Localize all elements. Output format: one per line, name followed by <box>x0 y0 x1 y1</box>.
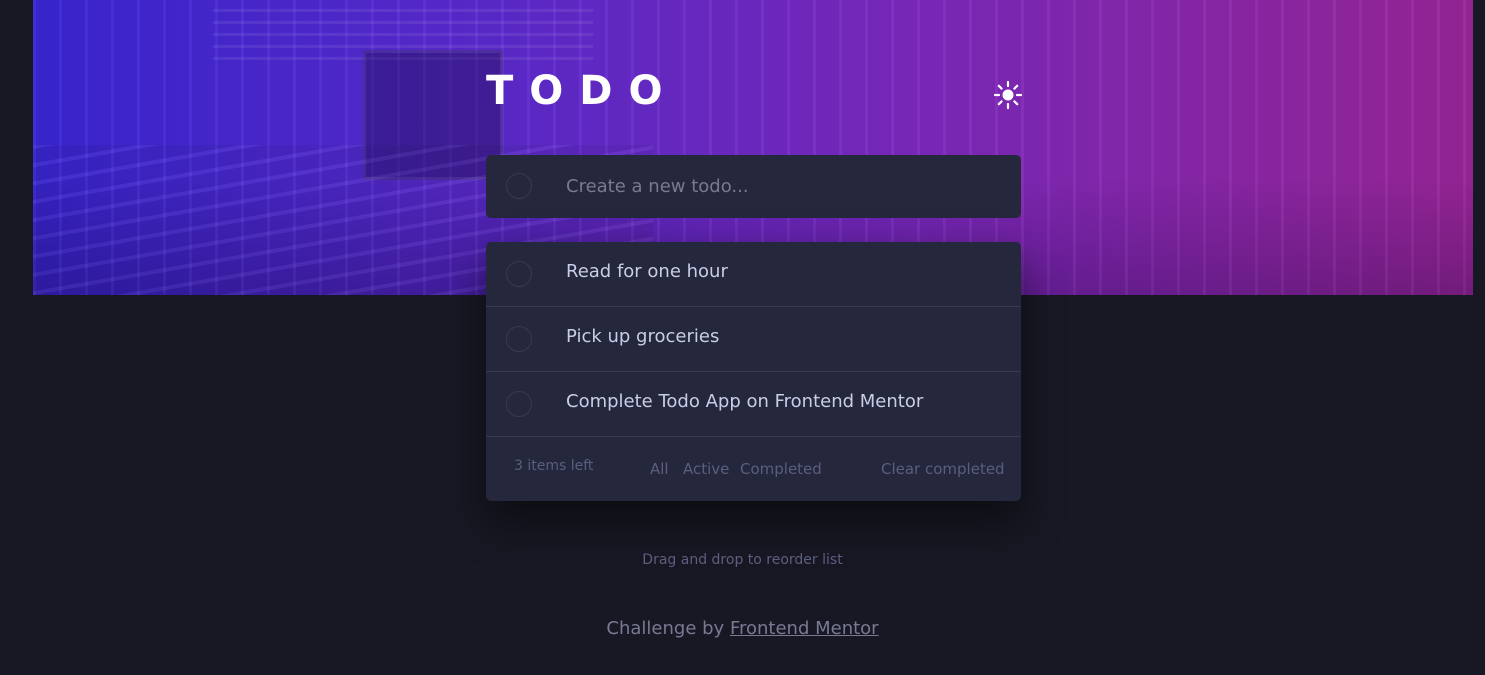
new-todo-card <box>486 155 1021 218</box>
todo-checkbox[interactable] <box>506 326 532 352</box>
todo-checkbox[interactable] <box>506 261 532 287</box>
frontend-mentor-link[interactable]: Frontend Mentor <box>730 618 879 639</box>
todo-item[interactable]: Pick up groceries <box>486 307 1021 372</box>
reorder-hint: Drag and drop to reorder list <box>642 552 843 568</box>
new-todo-checkbox[interactable] <box>506 173 532 199</box>
todo-text: Read for one hour <box>566 261 728 282</box>
theme-toggle-button[interactable] <box>992 79 1024 111</box>
items-left-count: 3 items left <box>514 458 594 474</box>
todo-item[interactable]: Complete Todo App on Frontend Mentor <box>486 372 1021 437</box>
list-footer: 3 items left All Active Completed Clear … <box>486 437 1021 501</box>
todo-text: Complete Todo App on Frontend Mentor <box>566 391 924 412</box>
todo-item[interactable]: Read for one hour <box>486 242 1021 307</box>
attribution: Challenge by Frontend Mentor <box>0 618 1485 639</box>
sun-icon <box>993 80 1023 110</box>
filter-active[interactable]: Active <box>683 460 729 478</box>
attribution-prefix: Challenge by <box>606 618 730 639</box>
app-title: TODO <box>486 68 679 114</box>
filter-completed[interactable]: Completed <box>740 460 822 478</box>
clear-completed-button[interactable]: Clear completed <box>881 460 1005 478</box>
filter-all[interactable]: All <box>650 460 669 478</box>
todo-list: Read for one hour Pick up groceries Comp… <box>486 242 1021 501</box>
todo-checkbox[interactable] <box>506 391 532 417</box>
todo-text: Pick up groceries <box>566 326 720 347</box>
new-todo-input[interactable] <box>566 171 986 201</box>
